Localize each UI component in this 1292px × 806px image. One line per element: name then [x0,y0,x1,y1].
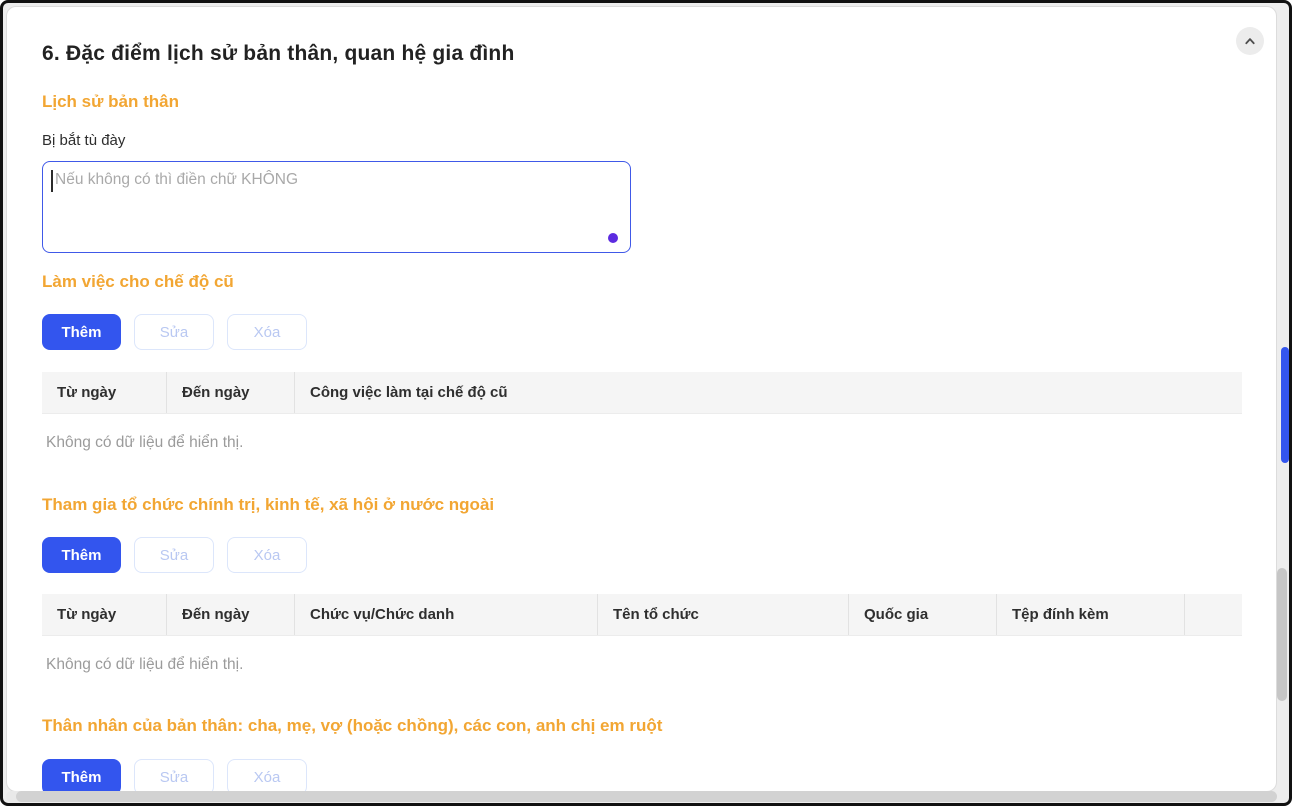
column-header-empty-stub [1185,594,1242,635]
relatives-add-button[interactable]: Thêm [42,759,121,792]
foreign-org-add-button[interactable]: Thêm [42,537,121,573]
old-regime-toolbar: Thêm Sửa Xóa [42,314,1241,350]
column-header-attachment[interactable]: Tệp đính kèm [997,594,1185,635]
imprisonment-textarea-wrap [42,161,631,253]
text-caret [51,170,53,192]
relatives-toolbar: Thêm Sửa Xóa [42,759,1241,792]
form-section-panel: 6. Đặc điểm lịch sử bản thân, quan hệ gi… [6,6,1277,792]
column-header-to-date[interactable]: Đến ngày [167,594,295,635]
horizontal-scrollbar-track[interactable] [6,791,1277,802]
heading-personal-history: Lịch sử bản thân [42,91,1241,113]
column-header-old-regime-job[interactable]: Công việc làm tại chế độ cũ [295,372,1242,413]
old-regime-table-header: Từ ngày Đến ngày Công việc làm tại chế đ… [42,372,1242,414]
imprisonment-textarea[interactable] [42,161,631,253]
relatives-edit-button[interactable]: Sửa [134,759,214,792]
foreign-org-toolbar: Thêm Sửa Xóa [42,537,1241,573]
old-regime-edit-button[interactable]: Sửa [134,314,214,350]
column-header-from-date[interactable]: Từ ngày [42,594,167,635]
foreign-org-edit-button[interactable]: Sửa [134,537,214,573]
textarea-indicator-dot [608,233,618,243]
foreign-org-empty-state: Không có dữ liệu để hiển thị. [42,655,1241,675]
page-title: 6. Đặc điểm lịch sử bản thân, quan hệ gi… [42,39,1241,69]
relatives-delete-button[interactable]: Xóa [227,759,307,792]
old-regime-delete-button[interactable]: Xóa [227,314,307,350]
window-frame: 6. Đặc điểm lịch sử bản thân, quan hệ gi… [0,0,1292,806]
heading-foreign-organizations: Tham gia tổ chức chính trị, kinh tế, xã … [42,494,1241,516]
imprisonment-field-label: Bị bắt tù đày [42,131,1241,151]
old-regime-empty-state: Không có dữ liệu để hiển thị. [42,433,1241,453]
column-header-to-date[interactable]: Đến ngày [167,372,295,413]
horizontal-scrollbar-thumb[interactable] [16,791,1277,802]
column-header-country[interactable]: Quốc gia [849,594,997,635]
column-header-position[interactable]: Chức vụ/Chức danh [295,594,598,635]
column-header-from-date[interactable]: Từ ngày [42,372,167,413]
vertical-scrollbar-thumb-blue[interactable] [1281,347,1289,463]
foreign-org-delete-button[interactable]: Xóa [227,537,307,573]
collapse-section-button[interactable] [1236,27,1264,55]
chevron-up-icon [1241,32,1259,50]
old-regime-add-button[interactable]: Thêm [42,314,121,350]
foreign-org-table-header: Từ ngày Đến ngày Chức vụ/Chức danh Tên t… [42,594,1242,636]
heading-old-regime-work: Làm việc cho chế độ cũ [42,271,1241,293]
vertical-scrollbar-thumb-gray[interactable] [1277,568,1287,701]
column-header-organization-name[interactable]: Tên tổ chức [598,594,849,635]
heading-relatives: Thân nhân của bản thân: cha, mẹ, vợ (hoặ… [42,715,1241,737]
